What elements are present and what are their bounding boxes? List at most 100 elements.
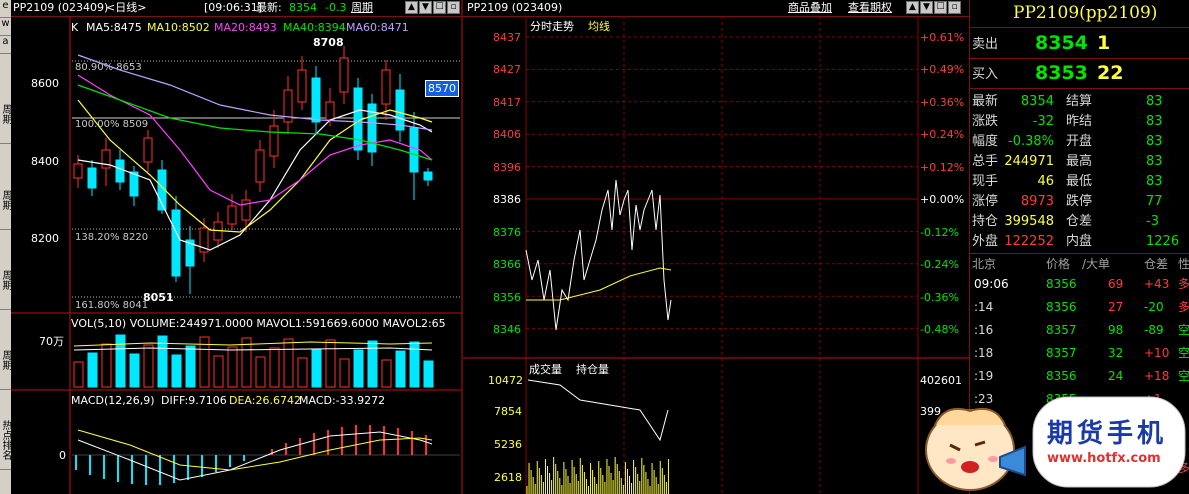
candle-body-18 [325, 101, 335, 121]
candle-body-13 [255, 149, 265, 183]
stat-value-6: 399548 [1004, 214, 1054, 229]
tick-price: 8357 [1046, 346, 1077, 360]
vol-bar-12 [241, 337, 252, 388]
vol-bar-7 [171, 354, 182, 388]
vol-bar-4 [129, 353, 140, 388]
candle-body-19 [339, 57, 349, 93]
tick-header-price: 价格 [1046, 257, 1071, 271]
vol-bar-23 [395, 350, 406, 388]
stat-label2-5: 跌停 [1066, 194, 1093, 209]
stat-label-1: 涨跌 [972, 114, 999, 129]
quote-divider [970, 88, 1189, 89]
tick-oi: -20 [1144, 300, 1164, 314]
vol-bar-5 [143, 344, 154, 388]
watermark: 期货手机 www.hotfx.com [915, 395, 1189, 494]
vol-bar-8 [185, 345, 196, 388]
vol-bar-2 [101, 343, 112, 388]
tick-vol: 27 [1108, 300, 1124, 314]
sell-qty: 1 [1097, 32, 1111, 54]
stat-label2-4: 最低 [1066, 174, 1093, 189]
vol-bar-14 [269, 347, 280, 388]
buy-qty: 22 [1097, 62, 1124, 84]
stat-value2-6: -3 [1146, 214, 1159, 229]
stat-label-4: 现手 [972, 174, 999, 189]
stat-label-3: 总手 [972, 154, 999, 169]
ma60-line [77, 54, 433, 131]
candle-body-3 [115, 159, 125, 183]
tick-time: 09:06 [974, 277, 1009, 291]
sell-buy-divider [970, 58, 1189, 59]
tick-header-loc: 北京 [972, 257, 997, 271]
tick-nature: 空 [1178, 346, 1189, 360]
stat-value2-1: 83 [1146, 114, 1163, 129]
stat-value2-0: 83 [1146, 94, 1163, 109]
stat-label-6: 持仓 [972, 214, 999, 229]
candle-body-0 [73, 163, 83, 179]
quote-title: PP2109(pp2109) [1013, 3, 1158, 23]
stat-label2-7: 内盘 [1066, 234, 1093, 249]
oi-line [527, 379, 669, 442]
buy-label: 买入 [972, 67, 999, 82]
stat-label2-3: 最高 [1066, 154, 1093, 169]
sell-price: 8354 [1035, 32, 1088, 54]
vol-bar-17 [311, 348, 322, 388]
stat-value-1: -32 [1032, 114, 1054, 129]
vol-bar-13 [255, 356, 266, 388]
stat-label-5: 涨停 [972, 194, 999, 209]
tick-vol: 98 [1108, 323, 1124, 337]
intraday-price-line [525, 179, 672, 331]
candle-body-7 [171, 209, 181, 277]
vol-bar-0 [73, 361, 84, 388]
buy-price: 8353 [1035, 62, 1088, 84]
stat-label-0: 最新 [972, 94, 999, 109]
tick-price: 8356 [1046, 369, 1077, 383]
tick-header-nature: 性 [1178, 257, 1189, 271]
vol-bar-11 [227, 346, 238, 388]
tick-oi: +18 [1144, 369, 1170, 383]
tick-oi: +43 [1144, 277, 1170, 291]
stat-label2-6: 仓差 [1066, 214, 1093, 229]
stat-label2-1: 昨结 [1066, 114, 1093, 129]
tick-header-vol: /大单 [1082, 257, 1111, 271]
candle-body-25 [423, 171, 433, 181]
stat-value-5: 8973 [1020, 194, 1054, 209]
candle-body-17 [311, 77, 321, 123]
stat-value2-5: 77 [1146, 194, 1163, 209]
tick-vol: 32 [1108, 346, 1124, 360]
vol-bar-1 [87, 352, 98, 388]
tick-nature: 空 [1178, 323, 1189, 337]
candle-body-24 [409, 127, 419, 173]
tick-oi: +10 [1144, 346, 1170, 360]
stat-value2-7: 1226 [1146, 234, 1180, 249]
vol-ma-line-2 [73, 347, 433, 351]
candle-body-23 [395, 89, 405, 131]
candle-body-22 [381, 69, 391, 105]
stat-value-4: 46 [1037, 174, 1054, 189]
stat-value2-4: 83 [1146, 174, 1163, 189]
stat-value-0: 8354 [1020, 94, 1054, 109]
tick-oi: -89 [1144, 323, 1164, 337]
candle-body-16 [297, 69, 307, 103]
stat-value2-3: 83 [1146, 154, 1163, 169]
stat-label-7: 外盘 [972, 234, 999, 249]
stat-label2-2: 开盘 [1066, 134, 1093, 149]
stat-value-3: 244971 [1004, 154, 1054, 169]
tick-price: 8357 [1046, 323, 1077, 337]
vol-bar-18 [325, 339, 336, 388]
watermark-title: 期货手机 [1047, 419, 1168, 449]
vol-bar-15 [283, 338, 294, 388]
stat-value2-2: 83 [1146, 134, 1163, 149]
stat-value-7: 122252 [1004, 234, 1054, 249]
vol-bar-10 [213, 355, 224, 388]
tick-nature: 空 [1178, 369, 1189, 383]
vol-bar-25 [423, 360, 434, 388]
stat-label2-0: 结算 [1066, 94, 1093, 109]
watermark-url: www.hotfx.com [1047, 451, 1161, 466]
sell-label: 卖出 [972, 37, 999, 52]
tick-time: :14 [974, 300, 994, 314]
tick-time: :19 [974, 369, 994, 383]
vol-bar-22 [381, 359, 392, 388]
tick-nature: 多 [1178, 277, 1189, 291]
ma40-line [77, 84, 433, 161]
tick-time: :18 [974, 346, 994, 360]
